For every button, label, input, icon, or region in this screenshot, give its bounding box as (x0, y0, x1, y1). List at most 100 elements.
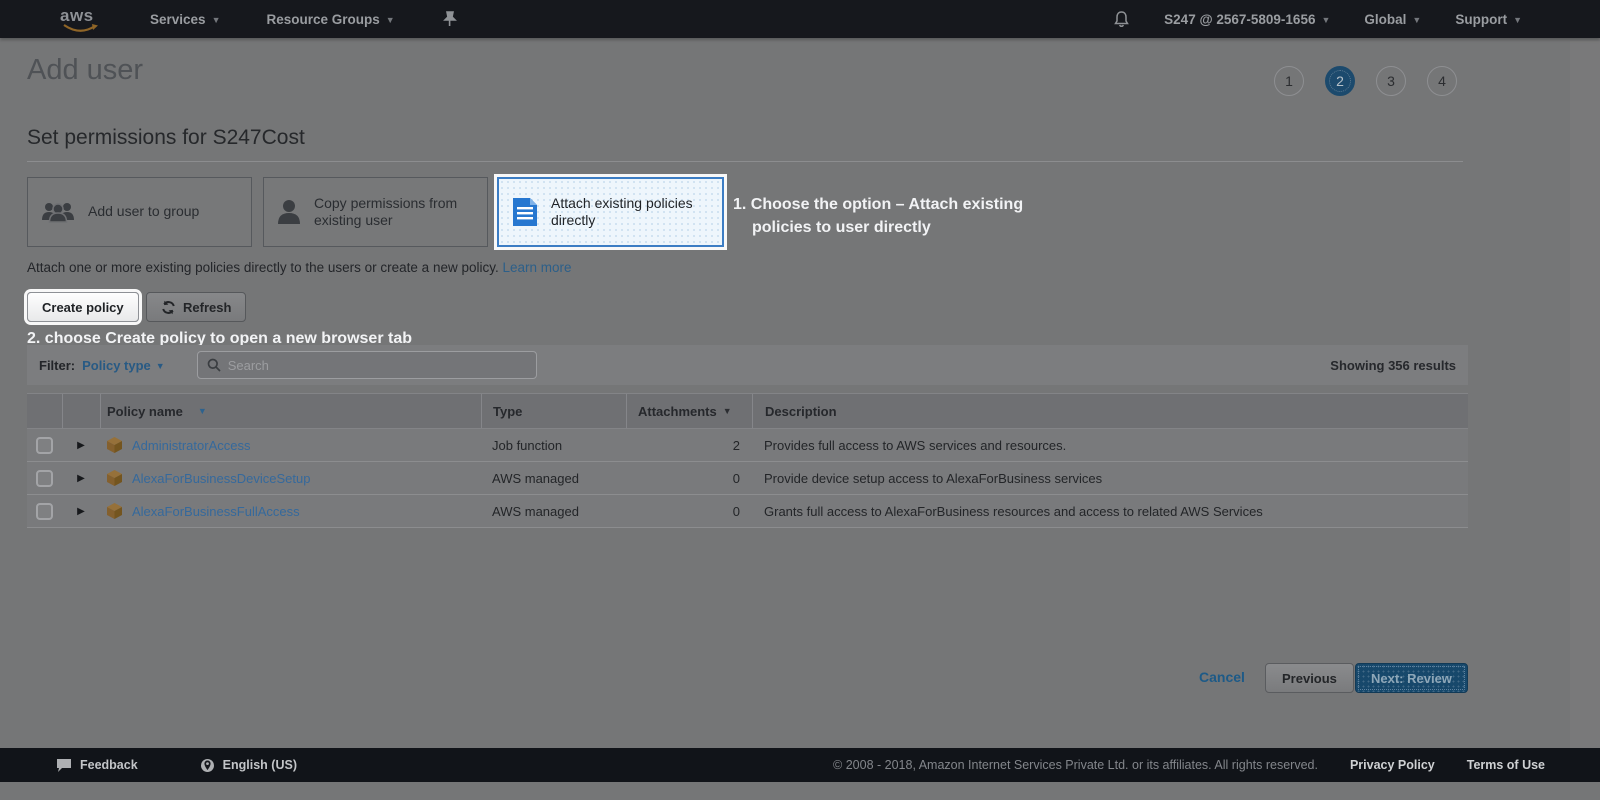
refresh-label: Refresh (183, 299, 232, 315)
policy-attachments: 0 (732, 503, 740, 519)
results-count: Showing 356 results (1330, 357, 1456, 373)
row-checkbox[interactable] (36, 436, 53, 454)
add-user-page: aws Services ▼ Resource Groups ▼ S247 @ … (0, 0, 1600, 800)
policy-type: AWS managed (492, 503, 579, 519)
step-4[interactable]: 4 (1427, 66, 1457, 96)
pin-icon[interactable] (442, 11, 457, 27)
row-expand-icon[interactable]: ▶ (77, 440, 85, 451)
policy-name-link[interactable]: AlexaForBusinessDeviceSetup (132, 471, 310, 486)
filter-policy-type-dropdown[interactable]: Policy type (82, 358, 151, 373)
step-1[interactable]: 1 (1274, 66, 1304, 96)
policy-description: Grants full access to AlexaForBusiness r… (764, 503, 1263, 519)
terms-of-use-link[interactable]: Terms of Use (1467, 758, 1545, 772)
search-input[interactable] (227, 357, 527, 373)
policy-type: Job function (492, 437, 563, 453)
policy-document-icon (513, 198, 537, 226)
chevron-down-icon: ▼ (385, 15, 395, 25)
policy-cube-icon (107, 437, 122, 453)
select-all-cell (27, 394, 62, 428)
table-row: ▶ AlexaForBusinessDeviceSetup AWS manage… (27, 462, 1468, 495)
policy-cube-icon (107, 470, 122, 486)
policy-table: Policy name ▼ Type Attachments ▼ Descrip… (27, 393, 1468, 528)
divider (27, 161, 1463, 162)
support-menu[interactable]: Support ▼ (1455, 12, 1522, 27)
aws-smile-icon (63, 24, 98, 32)
option-label: Attach existing policies directly (551, 194, 693, 229)
feedback-label: Feedback (80, 758, 138, 772)
globe-icon (200, 758, 214, 772)
search-icon (207, 358, 221, 372)
option-copy-permissions[interactable]: Copy permissions from existing user (263, 177, 488, 247)
create-policy-button[interactable]: Create policy (27, 292, 139, 322)
chevron-down-icon: ▼ (1412, 15, 1422, 25)
option-add-user-to-group[interactable]: Add user to group (27, 177, 252, 247)
privacy-policy-link[interactable]: Privacy Policy (1350, 758, 1435, 772)
nav-resource-groups[interactable]: Resource Groups ▼ (266, 12, 394, 27)
aws-logo[interactable]: aws (60, 6, 100, 32)
wizard-step-indicator: 1 2 3 4 (1274, 66, 1457, 96)
learn-more-link[interactable]: Learn more (503, 260, 572, 275)
refresh-icon (162, 300, 175, 314)
create-policy-label: Create policy (42, 299, 124, 315)
row-checkbox[interactable] (36, 469, 53, 487)
feedback-button[interactable]: Feedback (56, 758, 138, 773)
previous-label: Previous (1282, 670, 1337, 686)
column-type[interactable]: Type (481, 394, 626, 428)
table-row: ▶ AdministratorAccess Job function 2 Pro… (27, 429, 1468, 462)
nav-services[interactable]: Services ▼ (150, 12, 220, 27)
feedback-bubble-icon (57, 758, 71, 772)
column-attachments-label: Attachments (638, 403, 717, 419)
refresh-button[interactable]: Refresh (146, 292, 247, 322)
chevron-down-icon: ▼ (211, 15, 221, 25)
row-checkbox[interactable] (36, 502, 53, 520)
policy-attachments: 0 (732, 470, 740, 486)
chevron-down-icon: ▼ (1321, 15, 1331, 25)
language-selector[interactable]: English (US) (200, 758, 297, 773)
policy-description: Provides full access to AWS services and… (764, 437, 1067, 453)
option-label: Add user to group (88, 203, 200, 220)
policy-description: Provide device setup access to AlexaForB… (764, 470, 1103, 486)
section-heading: Set permissions for S247Cost (27, 126, 305, 149)
user-group-icon (42, 203, 74, 223)
column-description-label: Description (765, 403, 837, 419)
language-label: English (US) (222, 758, 297, 772)
policy-type: AWS managed (492, 470, 579, 486)
sort-desc-icon: ▼ (197, 406, 207, 416)
column-attachments[interactable]: Attachments ▼ (626, 394, 752, 428)
page-title: Add user (27, 54, 144, 86)
column-policy-name[interactable]: Policy name ▼ (100, 394, 481, 428)
policy-name-link[interactable]: AlexaForBusinessFullAccess (132, 504, 300, 519)
intro-sentence: Attach one or more existing policies dir… (27, 260, 499, 275)
chevron-down-icon: ▼ (1513, 15, 1522, 25)
notifications-bell-icon[interactable] (1113, 10, 1130, 28)
copyright-text: © 2008 - 2018, Amazon Internet Services … (833, 758, 1318, 772)
nav-services-label: Services (150, 11, 206, 27)
support-label: Support (1455, 11, 1508, 27)
policy-cube-icon (107, 503, 122, 519)
option-attach-existing-policies[interactable]: Attach existing policies directly (497, 177, 724, 247)
search-box[interactable] (196, 351, 537, 379)
top-nav-bar: aws Services ▼ Resource Groups ▼ S247 @ … (0, 0, 1600, 38)
region-menu[interactable]: Global ▼ (1364, 12, 1421, 27)
row-expand-icon[interactable]: ▶ (77, 506, 85, 517)
step-2-active[interactable]: 2 (1325, 66, 1355, 96)
next-review-button[interactable]: Next: Review (1355, 663, 1468, 693)
step-3[interactable]: 3 (1376, 66, 1406, 96)
expander-header-cell (62, 394, 100, 428)
option-label: Copy permissions from existing user (314, 194, 458, 229)
sort-icon: ▼ (722, 406, 732, 416)
account-label: S247 @ 2567-5809-1656 (1164, 11, 1316, 27)
column-type-label: Type (493, 403, 523, 419)
user-icon (278, 200, 300, 224)
policy-name-link[interactable]: AdministratorAccess (132, 438, 250, 453)
previous-button[interactable]: Previous (1265, 663, 1354, 693)
region-label: Global (1364, 11, 1407, 27)
intro-text: Attach one or more existing policies dir… (27, 260, 572, 275)
row-expand-icon[interactable]: ▶ (77, 473, 85, 484)
account-menu[interactable]: S247 @ 2567-5809-1656 ▼ (1164, 12, 1330, 27)
cancel-button[interactable]: Cancel (1199, 669, 1245, 685)
scrollbar-track[interactable] (1570, 41, 1600, 748)
filter-label: Filter: (39, 357, 76, 373)
filter-bar: Filter: Policy type ▼ Showing 356 result… (27, 345, 1468, 385)
table-header-row: Policy name ▼ Type Attachments ▼ Descrip… (27, 393, 1468, 429)
